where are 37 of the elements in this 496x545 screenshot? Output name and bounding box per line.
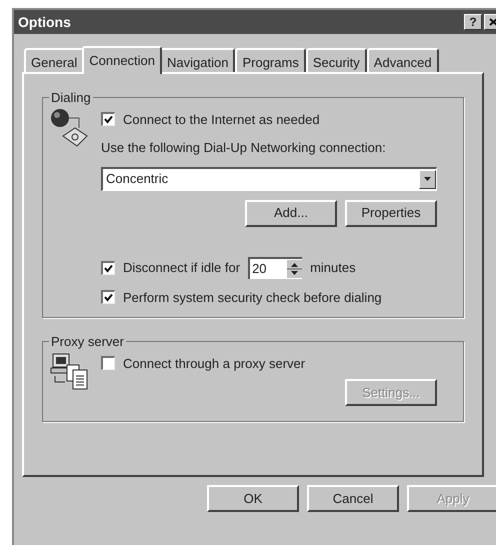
check-icon [104, 264, 113, 272]
tab[interactable]: Security [306, 48, 367, 72]
checkbox-label: Connect to the Internet as needed [123, 110, 320, 128]
close-icon [488, 18, 496, 26]
push-button[interactable]: Cancel [307, 485, 399, 512]
spinbox-value: 20 [251, 260, 267, 278]
checkbox[interactable] [101, 356, 115, 370]
check-icon [104, 293, 113, 302]
checkbox[interactable] [101, 290, 115, 304]
dropdown-value: Concentric [105, 170, 168, 188]
computer-documents-icon [49, 352, 89, 390]
tab[interactable]: Connection [82, 46, 162, 74]
tab[interactable]: Advanced [366, 48, 439, 72]
dropdown-arrow-button[interactable] [419, 170, 436, 188]
checkbox-label: Disconnect if idle for [123, 258, 240, 277]
group-title: Proxy server [50, 333, 125, 351]
tab[interactable]: Navigation [160, 48, 236, 72]
push-button[interactable]: Properties [345, 200, 437, 226]
window-title: Options [18, 12, 71, 32]
minutes-spinbox[interactable]: 20 [248, 256, 302, 278]
spin-arrows-icon[interactable] [287, 260, 302, 278]
push-button[interactable]: OK [207, 485, 299, 512]
help-button[interactable]: ? [464, 14, 482, 30]
connection-label: Use the following Dial-Up Networking connection: [101, 139, 387, 157]
push-button[interactable]: Add... [245, 200, 337, 226]
unit-label: minutes [310, 258, 356, 277]
check-icon [104, 115, 113, 124]
group-title: Dialing [50, 89, 92, 107]
checkbox-label: Perform system security check before dialing [123, 288, 382, 307]
connection-dropdown[interactable]: Concentric [101, 166, 437, 190]
tab[interactable]: General [24, 48, 84, 72]
caret-icon [424, 177, 431, 181]
checkbox[interactable] [101, 260, 115, 274]
globe-phone-icon [49, 108, 89, 148]
checkbox[interactable] [101, 112, 115, 126]
checkbox-label: Connect through a proxy server [123, 354, 306, 373]
tab[interactable]: Programs [235, 48, 306, 72]
